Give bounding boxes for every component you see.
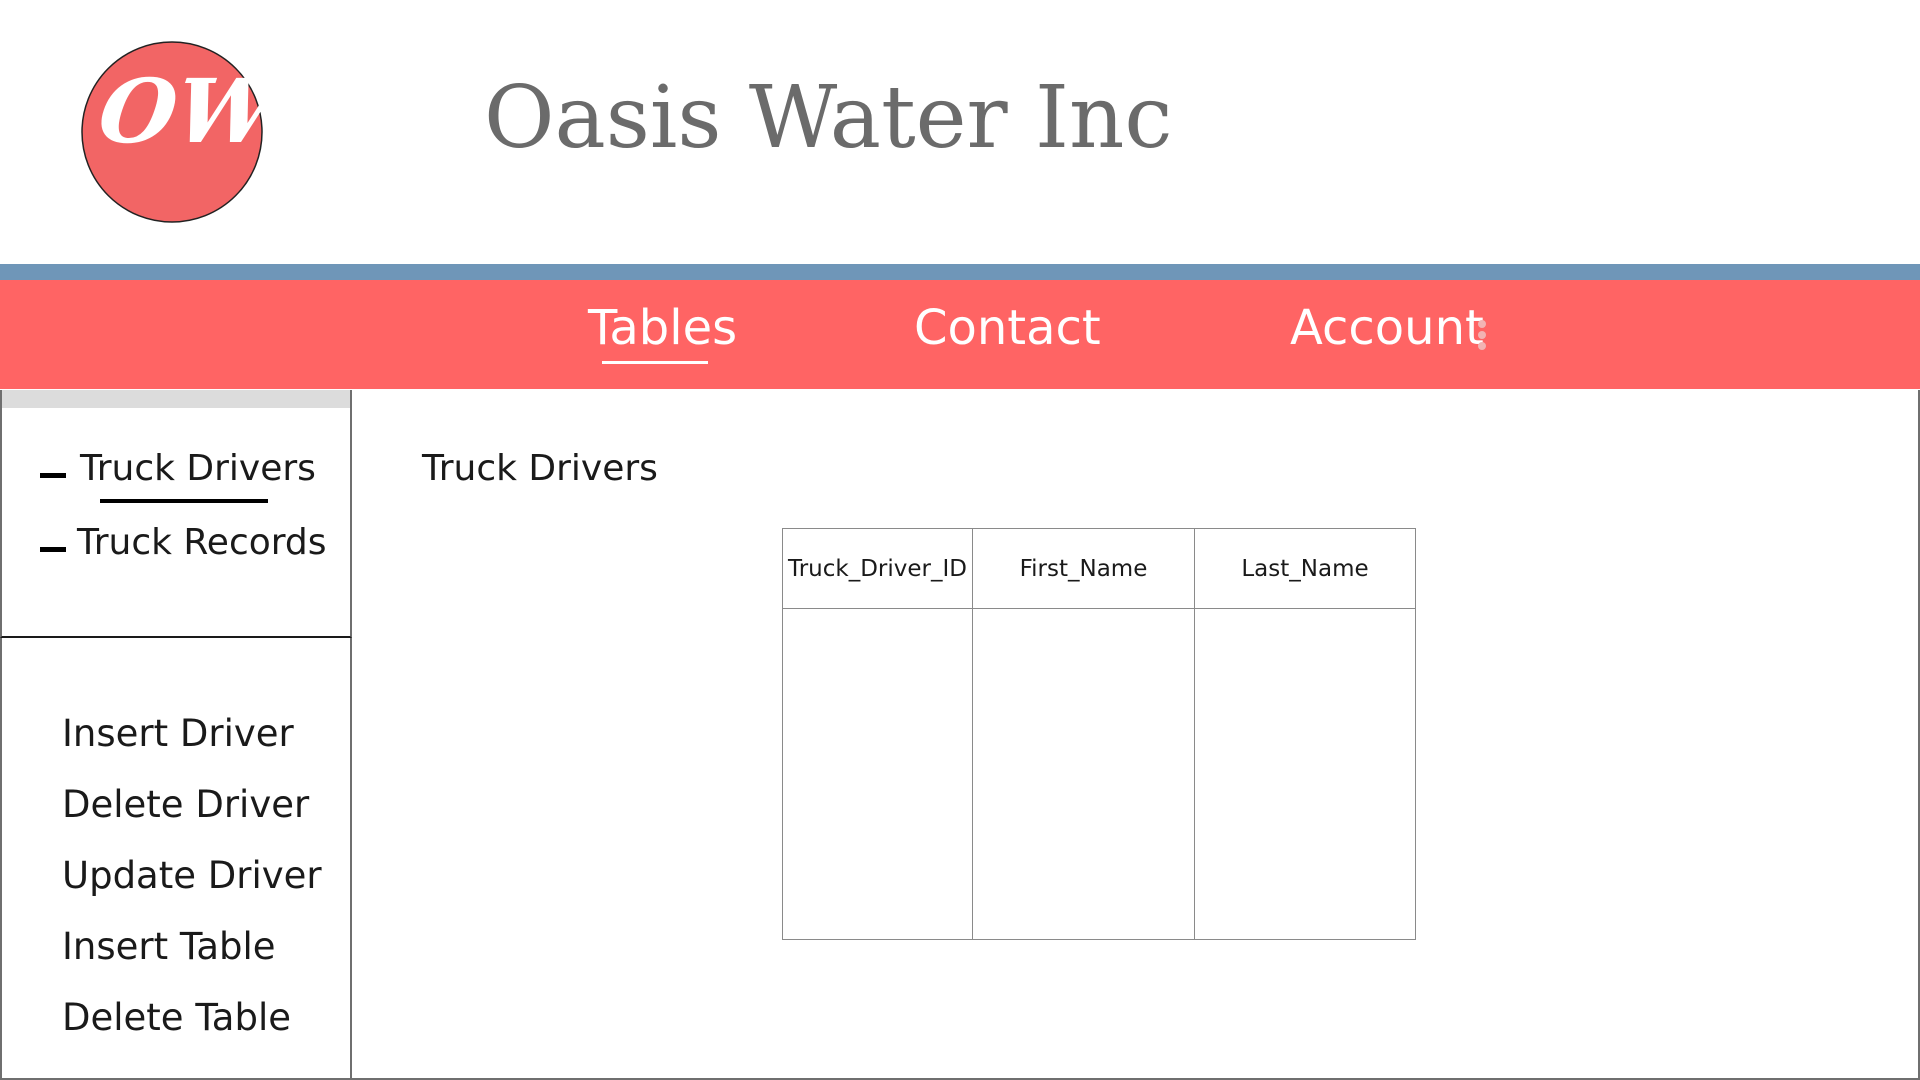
kebab-dot — [1478, 320, 1486, 328]
page: OW Oasis Water Inc Tables Contact Accoun… — [0, 0, 1920, 1080]
sidebar-table-list — [0, 390, 352, 638]
sidebar-scrollbar[interactable] — [2, 390, 350, 408]
table-column: Last_Name — [1195, 529, 1415, 939]
kebab-menu-icon[interactable] — [1478, 320, 1488, 354]
page-title: Truck Drivers — [422, 448, 658, 489]
truck-drivers-table: Truck_Driver_ID First_Name Last_Name — [782, 528, 1416, 940]
company-name: Oasis Water Inc — [484, 68, 1173, 168]
nav-tables[interactable]: Tables — [588, 300, 737, 356]
nav-account[interactable]: Account — [1290, 300, 1484, 356]
nav-tables-active-underline — [602, 361, 708, 364]
column-header-last-name[interactable]: Last_Name — [1195, 529, 1415, 609]
update-driver-button[interactable]: Update Driver — [62, 854, 322, 897]
delete-driver-button[interactable]: Delete Driver — [62, 783, 309, 826]
kebab-dot — [1478, 342, 1486, 350]
column-header-truck-driver-id[interactable]: Truck_Driver_ID — [783, 529, 972, 609]
nav-contact[interactable]: Contact — [914, 300, 1101, 356]
delete-table-button[interactable]: Delete Table — [62, 996, 291, 1039]
table-column: First_Name — [973, 529, 1195, 939]
insert-driver-button[interactable]: Insert Driver — [62, 712, 294, 755]
table-column: Truck_Driver_ID — [783, 529, 973, 939]
kebab-dot — [1478, 331, 1486, 339]
sidebar-active-underline — [100, 499, 268, 503]
dash-icon — [40, 547, 66, 552]
insert-table-button[interactable]: Insert Table — [62, 925, 276, 968]
logo-letter-o: OW — [93, 59, 264, 162]
sidebar-item-truck-records[interactable]: Truck Records — [77, 522, 327, 563]
column-header-first-name[interactable]: First_Name — [973, 529, 1194, 609]
dash-icon — [40, 473, 66, 478]
sidebar-item-truck-drivers[interactable]: Truck Drivers — [80, 448, 316, 489]
company-logo: OW — [81, 41, 264, 223]
accent-stripe — [0, 264, 1920, 280]
